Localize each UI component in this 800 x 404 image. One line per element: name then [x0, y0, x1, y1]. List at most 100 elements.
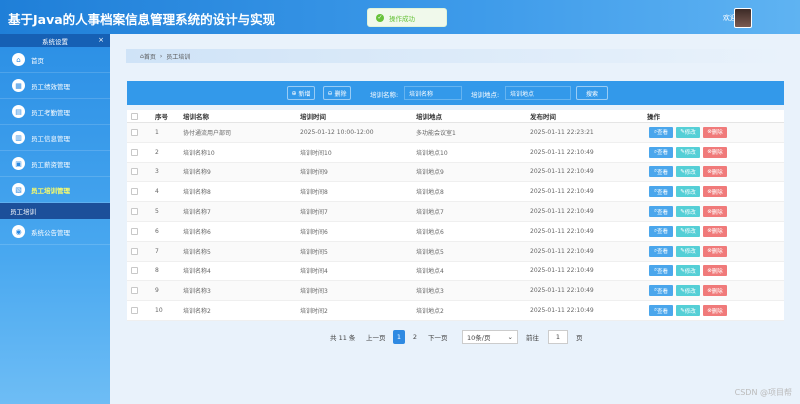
cell-time: 培训时间9	[300, 169, 328, 177]
cell-publish-time: 2025-01-11 22:10:49	[530, 208, 594, 216]
cell-place: 培训地点5	[416, 248, 444, 256]
select-all-checkbox[interactable]	[131, 112, 138, 120]
search-bar: ⊕ 新增 ⊖ 删除 培训名称: 培训名称 培训地点: 培训地点 搜索	[127, 81, 784, 105]
pager-page-suffix: 页	[576, 334, 583, 342]
col-no: 序号	[155, 113, 168, 121]
view-button[interactable]: ⌕ 查看	[649, 126, 673, 138]
edit-button[interactable]: ✎ 修改	[676, 265, 700, 277]
pager-page-2[interactable]: 2	[409, 330, 421, 344]
row-checkbox[interactable]	[131, 128, 138, 136]
view-button[interactable]: ⌕ 查看	[649, 285, 673, 297]
edit-button[interactable]: ✎ 修改	[676, 285, 700, 297]
edit-button[interactable]: ✎ 修改	[676, 146, 700, 158]
view-button[interactable]: ⌕ 查看	[649, 146, 673, 158]
row-checkbox[interactable]	[131, 307, 138, 315]
app-title: 基于Java的人事档案信息管理系统的设计与实现	[8, 12, 276, 27]
delete-button[interactable]: ⊗ 删除	[703, 206, 727, 218]
page-size-select[interactable]: 10条/页 ⌄	[462, 330, 518, 344]
delete-button[interactable]: ⊗ 删除	[703, 225, 727, 237]
watermark: CSDN @项目帮	[734, 388, 792, 397]
view-button[interactable]: ⌕ 查看	[649, 186, 673, 198]
cell-name: 培训名称7	[183, 209, 211, 217]
row-checkbox[interactable]	[131, 168, 138, 176]
sidebar-item-1[interactable]: ▦ 员工绩效管理	[0, 73, 110, 99]
table-row: 4 培训名称8 培训时间8 培训地点8 2025-01-11 22:10:49 ⌕ 查看 ✎ 修…	[127, 182, 784, 203]
table-row: 2 培训名称10 培训时间10 培训地点10 2025-01-11 22:10:49 ⌕ 查…	[127, 142, 784, 163]
cell-publish-time: 2025-01-11 22:10:49	[530, 307, 594, 315]
view-button[interactable]: ⌕ 查看	[649, 166, 673, 178]
cell-place: 培训地点2	[416, 308, 444, 316]
toast-message: 操作成功	[389, 14, 415, 23]
view-button[interactable]: ⌕ 查看	[649, 206, 673, 218]
delete-button[interactable]: ⊗ 删除	[703, 186, 727, 198]
edit-button[interactable]: ✎ 修改	[676, 225, 700, 237]
announcement-icon: ◉	[12, 225, 25, 238]
cell-no: 9	[155, 287, 159, 295]
cell-no: 10	[155, 307, 163, 315]
delete-button[interactable]: ⊗ 删除	[703, 285, 727, 297]
cell-place: 培训地点10	[416, 149, 448, 157]
row-checkbox[interactable]	[131, 188, 138, 196]
cell-no: 7	[155, 247, 159, 255]
sidebar-item-label: 员工薪资管理	[31, 160, 70, 169]
sidebar-item-3[interactable]: ▥ 员工信息管理	[0, 125, 110, 151]
cell-name: 培训名称10	[183, 149, 215, 157]
sidebar-item-announcements[interactable]: ◉ 系统公告管理	[0, 219, 110, 245]
delete-button[interactable]: ⊗ 删除	[703, 265, 727, 277]
delete-button[interactable]: ⊗ 删除	[703, 126, 727, 138]
row-checkbox[interactable]	[131, 148, 138, 156]
edit-button[interactable]: ✎ 修改	[676, 245, 700, 257]
view-button[interactable]: ⌕ 查看	[649, 245, 673, 257]
sidebar-item-4[interactable]: ▣ 员工薪资管理	[0, 151, 110, 177]
pager-next[interactable]: 下一页	[428, 330, 448, 344]
row-checkbox[interactable]	[131, 267, 138, 275]
sidebar-subitem-training[interactable]: 员工培训	[0, 203, 110, 219]
plus-circle-icon: ⊕	[291, 89, 297, 97]
close-icon[interactable]: ×	[98, 36, 104, 44]
name-label: 培训名称:	[370, 91, 399, 99]
view-button[interactable]: ⌕ 查看	[649, 225, 673, 237]
avatar[interactable]	[734, 8, 752, 28]
cell-time: 培训时间7	[300, 209, 328, 217]
edit-button[interactable]: ✎ 修改	[676, 166, 700, 178]
row-checkbox[interactable]	[131, 208, 138, 216]
sidebar-item-5[interactable]: ▧ 员工培训管理	[0, 177, 110, 203]
row-checkbox[interactable]	[131, 227, 138, 235]
cell-time: 培训时间3	[300, 288, 328, 296]
cell-time: 培训时间4	[300, 268, 328, 276]
sidebar-item-2[interactable]: ▤ 员工考勤管理	[0, 99, 110, 125]
cell-name: 培训名称5	[183, 248, 211, 256]
add-button[interactable]: ⊕ 新增	[287, 86, 315, 100]
breadcrumb: ⌂ 首页 › 员工培训	[126, 49, 786, 63]
training-name-input[interactable]: 培训名称	[404, 86, 462, 100]
cell-time: 培训时间6	[300, 228, 328, 236]
view-button[interactable]: ⌕ 查看	[649, 305, 673, 317]
row-checkbox[interactable]	[131, 287, 138, 295]
batch-delete-button[interactable]: ⊖ 删除	[323, 86, 351, 100]
sidebar-item-0[interactable]: ⌂ 首页	[0, 47, 110, 73]
view-button[interactable]: ⌕ 查看	[649, 265, 673, 277]
search-button[interactable]: 搜索	[576, 86, 608, 100]
training-place-input[interactable]: 培训地点	[505, 86, 571, 100]
cell-time: 培训时间8	[300, 189, 328, 197]
edit-button[interactable]: ✎ 修改	[676, 126, 700, 138]
cell-publish-time: 2025-01-11 22:23:21	[530, 128, 594, 136]
delete-button[interactable]: ⊗ 删除	[703, 305, 727, 317]
pager-goto-input[interactable]: 1	[548, 330, 568, 344]
delete-button[interactable]: ⊗ 删除	[703, 146, 727, 158]
edit-button[interactable]: ✎ 修改	[676, 305, 700, 317]
pager-page-1[interactable]: 1	[393, 330, 405, 344]
delete-button[interactable]: ⊗ 删除	[703, 245, 727, 257]
col-operations: 操作	[647, 113, 660, 121]
delete-button[interactable]: ⊗ 删除	[703, 166, 727, 178]
col-place: 培训地点	[416, 113, 442, 121]
edit-button[interactable]: ✎ 修改	[676, 206, 700, 218]
pager-prev[interactable]: 上一页	[366, 330, 386, 344]
row-checkbox[interactable]	[131, 247, 138, 255]
cell-publish-time: 2025-01-11 22:10:49	[530, 168, 594, 176]
edit-button[interactable]: ✎ 修改	[676, 186, 700, 198]
breadcrumb-home[interactable]: 首页	[144, 52, 156, 61]
cell-no: 6	[155, 227, 159, 235]
sidebar-header-title: 系统设置	[42, 37, 68, 46]
cell-place: 培训地点3	[416, 288, 444, 296]
